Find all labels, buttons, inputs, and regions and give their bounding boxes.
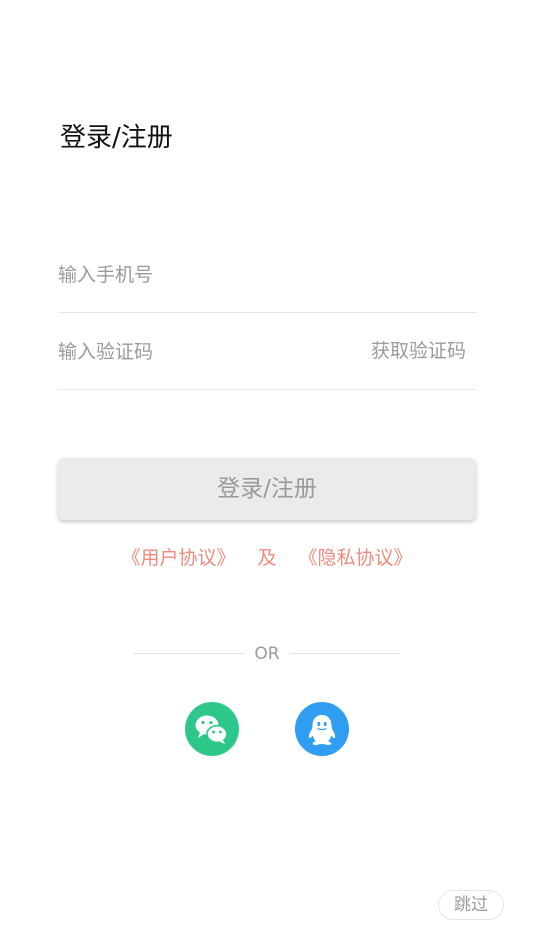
qq-login-button[interactable] — [295, 702, 349, 756]
page-title: 登录/注册 — [60, 123, 173, 153]
or-label: OR — [254, 644, 280, 664]
get-code-button[interactable]: 获取验证码 — [371, 314, 466, 389]
agreement-row: 《用户协议》及《隐私协议》 — [0, 541, 534, 575]
divider-line-left — [134, 653, 244, 654]
verification-code-input[interactable] — [58, 314, 338, 389]
privacy-policy-link[interactable]: 《隐私协议》 — [299, 541, 413, 575]
user-agreement-link[interactable]: 《用户协议》 — [121, 541, 235, 575]
verification-code-field: 获取验证码 — [58, 314, 476, 390]
wechat-login-button[interactable] — [185, 702, 239, 756]
agreement-connector: 及 — [257, 547, 277, 569]
skip-button[interactable]: 跳过 — [438, 890, 504, 920]
phone-field — [58, 237, 476, 313]
or-divider: OR — [0, 640, 534, 668]
divider-line-right — [290, 653, 400, 654]
qq-penguin-icon — [308, 715, 336, 745]
login-register-button[interactable]: 登录/注册 — [58, 458, 476, 520]
wechat-icon — [195, 715, 228, 744]
phone-input[interactable] — [58, 237, 338, 312]
